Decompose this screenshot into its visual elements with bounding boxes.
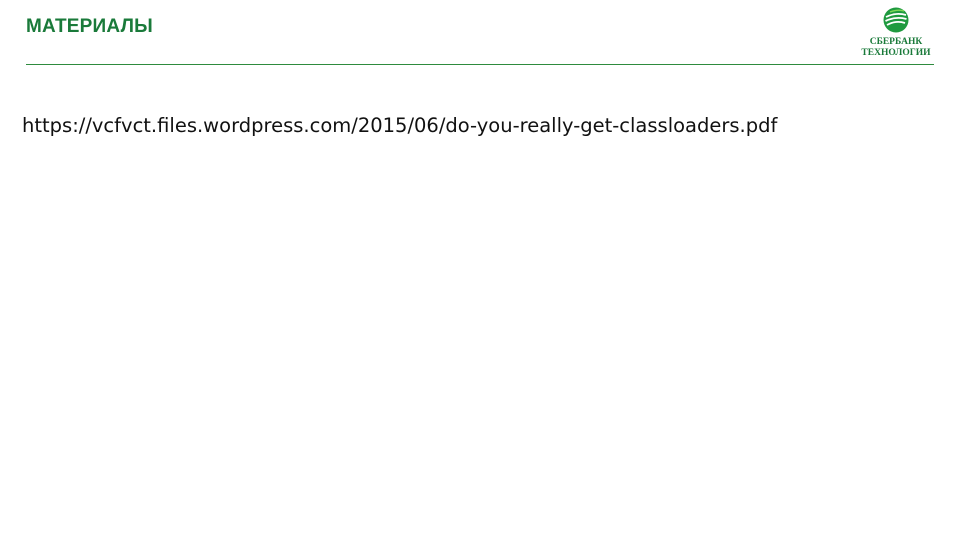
sberbank-logo-icon	[883, 7, 909, 33]
sberbank-technologies-logo: СБЕРБАНК ТЕХНОЛОГИИ	[852, 6, 940, 62]
materials-link[interactable]: https://vcfvct.files.wordpress.com/2015/…	[22, 114, 777, 137]
logo-line-2: ТЕХНОЛОГИИ	[861, 48, 931, 58]
logo-line-1: СБЕРБАНК	[869, 37, 923, 47]
slide-title: МАТЕРИАЛЫ	[26, 16, 153, 37]
slide: МАТЕРИАЛЫ СБЕРБАНК ТЕХНОЛОГИИ https://vc…	[0, 0, 960, 540]
header-divider	[26, 64, 934, 65]
